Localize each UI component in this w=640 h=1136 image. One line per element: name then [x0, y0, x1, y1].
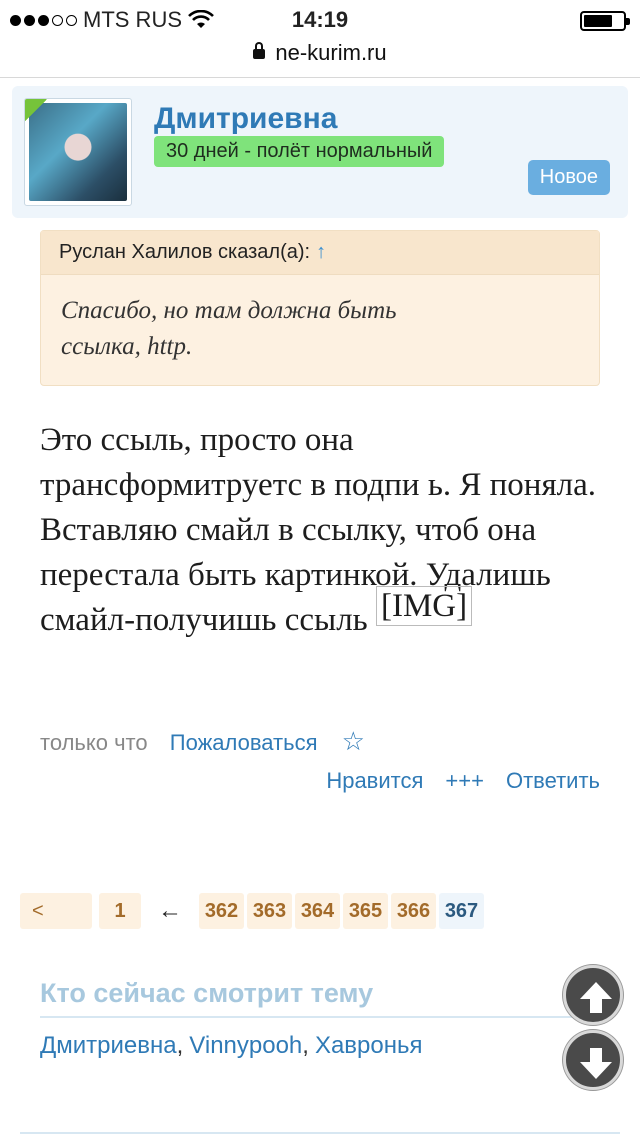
avatar[interactable] [24, 98, 132, 206]
battery-icon [580, 11, 630, 31]
separator: , [176, 1032, 184, 1059]
quote-line: ссылка, http. [61, 333, 193, 360]
username-link[interactable]: Дмитриевна [154, 102, 337, 136]
img-tag[interactable]: [IMG] [375, 586, 473, 626]
message-text: Это ссыль, просто она трансформитруетс в… [40, 422, 597, 638]
address-bar[interactable]: ne-kurim.ru [0, 40, 640, 78]
new-badge[interactable]: Новое [527, 160, 610, 195]
page-link[interactable]: 366 [391, 893, 436, 929]
page-link[interactable]: 362 [199, 893, 244, 929]
quote-source-arrow-icon[interactable]: ↑ [316, 241, 326, 263]
post-actions: Нравится +++ Ответить [326, 768, 600, 794]
pager-arrow-icon: ← [158, 897, 182, 924]
divider [40, 1016, 600, 1018]
scroll-down-button[interactable] [563, 1030, 623, 1090]
watching-user-link[interactable]: Хавронья [315, 1032, 423, 1059]
status-bar: MTS RUS 14:19 [0, 0, 640, 40]
quote-line: Спасибо, но там должна быть [61, 297, 397, 324]
page-link[interactable]: 363 [247, 893, 292, 929]
quote-author: Руслан Халилов сказал(а): [59, 241, 311, 263]
post-time: только что [40, 730, 148, 755]
like-button[interactable]: Нравится [326, 768, 423, 794]
watching-title: Кто сейчас смотрит тему [40, 978, 374, 1008]
prev-page-button[interactable]: < [20, 893, 92, 929]
watching-user-link[interactable]: Vinnypooh [189, 1032, 302, 1059]
star-icon[interactable]: ☆ [342, 726, 365, 756]
page-link[interactable]: 365 [343, 893, 388, 929]
clock: 14:19 [291, 7, 349, 32]
quote-text: Спасибо, но там должна быть ссылка, http… [41, 275, 599, 383]
watching-user-link[interactable]: Дмитриевна [40, 1032, 177, 1059]
page-link[interactable]: 364 [295, 893, 340, 929]
url-text: ne-kurim.ru [275, 40, 387, 65]
separator: , [302, 1032, 309, 1059]
quote-block: Руслан Халилов сказал(а): ↑ Спасибо, но т… [40, 230, 600, 386]
post-message: Это ссыль, просто она трансформитруетс в… [40, 418, 606, 643]
report-link[interactable]: Пожаловаться [170, 730, 318, 755]
user-status-badge: 30 дней - полёт нормальный [154, 136, 445, 167]
arrow-down-icon [580, 1048, 612, 1079]
arrow-up-icon [580, 982, 612, 1013]
user-card: Дмитриевна 30 дней - полёт нормальный Но… [12, 86, 628, 218]
pagination: < 1 ← 362 363 364 365 366 367 [20, 893, 487, 929]
divider [20, 1132, 620, 1134]
post-meta: только что Пожаловаться ☆ [40, 726, 365, 757]
quote-header: Руслан Халилов сказал(а): ↑ [41, 231, 599, 275]
reply-button[interactable]: Ответить [506, 768, 600, 794]
lock-icon [253, 42, 266, 59]
page-first[interactable]: 1 [99, 893, 141, 929]
online-indicator-icon [25, 99, 47, 121]
plus-button[interactable]: +++ [445, 768, 484, 794]
page-current: 367 [439, 893, 484, 929]
watching-users: Дмитриевна, Vinnypooh, Хавронья [40, 1032, 423, 1060]
scroll-up-button[interactable] [563, 965, 623, 1025]
